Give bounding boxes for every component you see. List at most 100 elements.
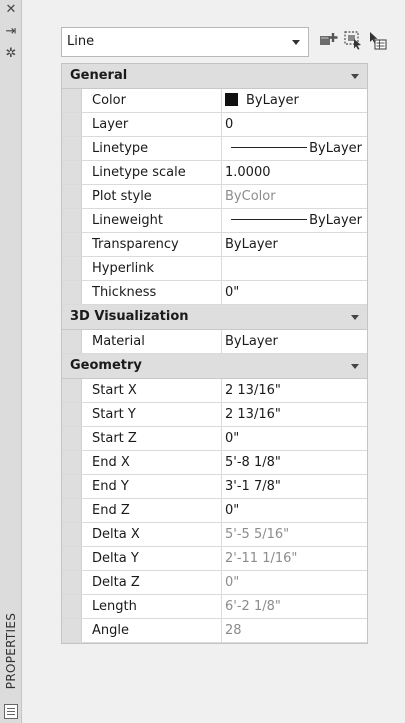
property-value: 6'-2 1/8" bbox=[225, 599, 281, 614]
property-value[interactable]: 1.0000 bbox=[222, 161, 367, 184]
property-name: Hyperlink bbox=[82, 257, 222, 280]
linetype-value-text: ByLayer bbox=[309, 141, 362, 156]
property-value[interactable]: ByLayer bbox=[222, 89, 367, 112]
row-gutter bbox=[62, 281, 82, 304]
property-name: Linetype scale bbox=[82, 161, 222, 184]
property-value[interactable]: 3'-1 7/8" bbox=[222, 475, 367, 498]
property-name: Transparency bbox=[82, 233, 222, 256]
property-row-transparency[interactable]: Transparency ByLayer bbox=[62, 233, 367, 257]
quick-select-icon[interactable] bbox=[367, 30, 387, 50]
property-value: ByColor bbox=[225, 189, 276, 204]
row-gutter bbox=[62, 571, 82, 594]
lineweight-sample bbox=[231, 219, 308, 220]
property-name: Lineweight bbox=[82, 209, 222, 232]
property-row-end-y[interactable]: End Y 3'-1 7/8" bbox=[62, 475, 367, 499]
toggle-pickadd-icon[interactable] bbox=[319, 30, 339, 50]
collapse-icon[interactable] bbox=[351, 74, 359, 79]
property-value[interactable]: 2 13/16" bbox=[222, 403, 367, 426]
color-value-text: ByLayer bbox=[246, 93, 299, 108]
property-row-delta-x: Delta X 5'-5 5/16" bbox=[62, 523, 367, 547]
property-name: Delta Y bbox=[82, 547, 222, 570]
property-name: Delta X bbox=[82, 523, 222, 546]
palette-title: PROPERTIES bbox=[4, 612, 18, 690]
close-icon[interactable]: ✕ bbox=[0, 2, 22, 18]
property-value[interactable]: 0" bbox=[222, 499, 367, 522]
property-name: Start Z bbox=[82, 427, 222, 450]
lineweight-value-text: ByLayer bbox=[309, 213, 362, 228]
row-gutter bbox=[62, 619, 82, 642]
collapse-icon[interactable] bbox=[351, 315, 359, 320]
property-name: Layer bbox=[82, 113, 222, 136]
property-row-end-z[interactable]: End Z 0" bbox=[62, 499, 367, 523]
row-gutter bbox=[62, 403, 82, 426]
properties-panel-icon[interactable] bbox=[4, 704, 18, 719]
row-gutter bbox=[62, 595, 82, 618]
property-name: Start Y bbox=[82, 403, 222, 426]
property-value[interactable] bbox=[222, 257, 367, 280]
property-row-start-y[interactable]: Start Y 2 13/16" bbox=[62, 403, 367, 427]
row-gutter bbox=[62, 233, 82, 256]
row-gutter bbox=[62, 137, 82, 160]
row-gutter bbox=[62, 475, 82, 498]
row-gutter bbox=[62, 257, 82, 280]
property-name: Linetype bbox=[82, 137, 222, 160]
property-row-start-z[interactable]: Start Z 0" bbox=[62, 427, 367, 451]
color-swatch bbox=[225, 93, 238, 106]
section-title: Geometry bbox=[70, 358, 142, 373]
property-value[interactable]: 0" bbox=[222, 427, 367, 450]
property-row-linetype-scale[interactable]: Linetype scale 1.0000 bbox=[62, 161, 367, 185]
row-gutter bbox=[62, 330, 82, 353]
row-gutter bbox=[62, 209, 82, 232]
row-gutter bbox=[62, 113, 82, 136]
property-name: Thickness bbox=[82, 281, 222, 304]
row-gutter bbox=[62, 451, 82, 474]
settings-icon[interactable]: ✲ bbox=[0, 46, 22, 62]
property-row-delta-y: Delta Y 2'-11 1/16" bbox=[62, 547, 367, 571]
property-row-linetype[interactable]: Linetype ByLayer bbox=[62, 137, 367, 161]
row-gutter bbox=[62, 379, 82, 402]
auto-hide-icon[interactable]: ⇥ bbox=[0, 24, 22, 40]
property-value: 0" bbox=[225, 575, 240, 590]
row-gutter bbox=[62, 161, 82, 184]
property-name: Delta Z bbox=[82, 571, 222, 594]
property-row-lineweight[interactable]: Lineweight ByLayer bbox=[62, 209, 367, 233]
section-geometry[interactable]: Geometry bbox=[62, 354, 367, 379]
property-row-thickness[interactable]: Thickness 0" bbox=[62, 281, 367, 305]
property-row-layer[interactable]: Layer 0 bbox=[62, 113, 367, 137]
property-row-hyperlink[interactable]: Hyperlink bbox=[62, 257, 367, 281]
property-value[interactable]: 5'-8 1/8" bbox=[222, 451, 367, 474]
object-type-dropdown[interactable]: Line bbox=[61, 27, 309, 57]
property-row-plot-style[interactable]: Plot style ByColor bbox=[62, 185, 367, 209]
property-row-color[interactable]: Color ByLayer bbox=[62, 89, 367, 113]
section-3d-visualization[interactable]: 3D Visualization bbox=[62, 305, 367, 330]
property-value[interactable]: ByLayer bbox=[222, 137, 367, 160]
property-value: 2'-11 1/16" bbox=[225, 551, 298, 566]
property-row-angle: Angle 28 bbox=[62, 619, 367, 643]
property-value[interactable]: ByLayer bbox=[222, 233, 367, 256]
section-general[interactable]: General bbox=[62, 64, 367, 89]
section-title: 3D Visualization bbox=[70, 309, 189, 324]
property-value: 28 bbox=[225, 623, 242, 638]
linetype-sample bbox=[231, 147, 308, 148]
property-name: Length bbox=[82, 595, 222, 618]
section-title: General bbox=[70, 68, 128, 83]
property-value[interactable]: 2 13/16" bbox=[222, 379, 367, 402]
property-name: Angle bbox=[82, 619, 222, 642]
property-row-end-x[interactable]: End X 5'-8 1/8" bbox=[62, 451, 367, 475]
row-gutter bbox=[62, 89, 82, 112]
select-objects-icon[interactable] bbox=[343, 30, 363, 50]
property-value[interactable]: ByLayer bbox=[222, 330, 367, 353]
collapse-icon[interactable] bbox=[351, 364, 359, 369]
property-name: Material bbox=[82, 330, 222, 353]
property-row-start-x[interactable]: Start X 2 13/16" bbox=[62, 379, 367, 403]
property-name: Color bbox=[82, 89, 222, 112]
property-value[interactable]: 0 bbox=[222, 113, 367, 136]
property-name: Plot style bbox=[82, 185, 222, 208]
property-row-delta-z: Delta Z 0" bbox=[62, 571, 367, 595]
property-row-material[interactable]: Material ByLayer bbox=[62, 330, 367, 354]
row-gutter bbox=[62, 547, 82, 570]
property-value[interactable]: 0" bbox=[222, 281, 367, 304]
property-row-length: Length 6'-2 1/8" bbox=[62, 595, 367, 619]
chevron-down-icon bbox=[292, 40, 300, 45]
property-value[interactable]: ByLayer bbox=[222, 209, 367, 232]
